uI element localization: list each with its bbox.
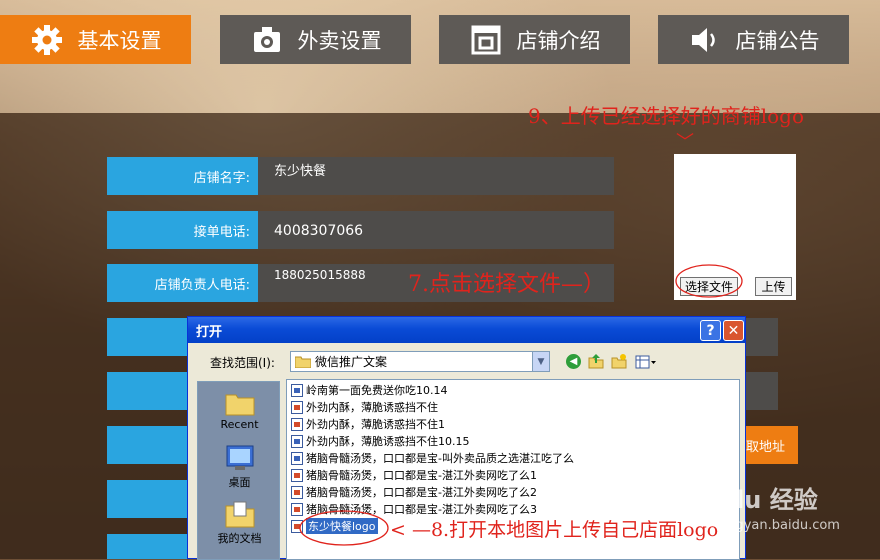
word-doc-icon xyxy=(291,434,303,448)
up-folder-icon[interactable] xyxy=(588,353,604,369)
place-label: 我的文档 xyxy=(217,532,262,545)
view-menu-icon[interactable] xyxy=(635,354,657,369)
manager-phone-label: 店铺负责人电话: xyxy=(107,264,258,302)
annotation-step9-arrow: ﹀ xyxy=(676,132,694,153)
file-name: 岭南第一面免费送你吃10.14 xyxy=(306,384,448,397)
tab-basic-settings[interactable]: 基本设置 xyxy=(0,15,191,64)
look-in-value: 微信推广文案 xyxy=(315,355,388,369)
camera-icon xyxy=(253,26,280,52)
place-my-documents[interactable]: 我的文档 xyxy=(198,500,281,546)
annotation-step7: 7.点击选择文件—） xyxy=(408,272,605,297)
file-name: 外劲内酥，薄脆诱惑挡不住 xyxy=(306,401,438,414)
frame-icon xyxy=(471,25,500,54)
image-file-icon xyxy=(291,485,303,499)
file-item[interactable]: 猪脑骨髓汤煲，口口都是宝-湛江外卖网吃了么1 xyxy=(291,467,537,483)
tab-label: 店铺介绍 xyxy=(516,28,601,53)
file-item[interactable]: 猪脑骨髓汤煲，口口都是宝-叫外卖品质之选湛江吃了么 xyxy=(291,450,574,466)
tab-shop-notice[interactable]: 店铺公告 xyxy=(658,15,849,64)
new-folder-icon[interactable] xyxy=(611,353,627,369)
annotation-step8: < —8.打开本地图片上传自己店面logo xyxy=(390,519,719,541)
tab-label: 店铺公告 xyxy=(735,28,820,53)
look-in-select[interactable]: 微信推广文案 ▼ xyxy=(290,351,550,372)
shop-name-label: 店铺名字: xyxy=(107,157,258,195)
desktop-icon xyxy=(226,445,253,470)
folder-icon xyxy=(295,356,311,368)
image-file-icon xyxy=(291,417,303,431)
close-button[interactable]: ✕ xyxy=(723,320,744,341)
tab-label: 基本设置 xyxy=(77,28,162,53)
my-documents-icon xyxy=(225,501,254,528)
upload-button[interactable]: 上传 xyxy=(755,277,792,296)
tab-label: 外卖设置 xyxy=(297,28,382,53)
file-item[interactable]: 岭南第一面免费送你吃10.14 xyxy=(291,382,448,398)
order-phone-label: 接单电话: xyxy=(107,211,258,249)
back-icon[interactable]: ◀ xyxy=(566,354,581,369)
chevron-down-icon[interactable]: ▼ xyxy=(532,352,549,371)
tab-shop-intro[interactable]: 店铺介绍 xyxy=(439,15,630,64)
highlight-circle-file xyxy=(299,510,389,546)
tab-takeout-settings[interactable]: 外卖设置 xyxy=(220,15,411,64)
file-name: 外劲内酥，薄脆诱惑挡不住1 xyxy=(306,418,445,431)
recent-folder-icon xyxy=(225,394,254,416)
order-phone-field[interactable]: 4008307066 xyxy=(258,211,614,249)
file-item[interactable]: 外劲内酥，薄脆诱惑挡不住 xyxy=(291,399,438,415)
shop-name-field[interactable]: 东少快餐 xyxy=(258,157,614,195)
gear-icon xyxy=(31,24,62,55)
top-nav-bar: 基本设置 外卖设置 店铺介绍 店铺公告 xyxy=(0,0,880,113)
place-label: 桌面 xyxy=(228,476,251,489)
file-name: 猪脑骨髓汤煲，口口都是宝-湛江外卖网吃了么2 xyxy=(306,486,537,499)
help-button[interactable]: ? xyxy=(700,320,721,341)
dialog-title: 打开 xyxy=(196,324,223,340)
place-recent[interactable]: Recent xyxy=(198,390,281,431)
file-name: 外劲内酥，薄脆诱惑挡不住10.15 xyxy=(306,435,470,448)
watermark-url: jingyan.baidu.com xyxy=(720,518,840,533)
word-doc-icon xyxy=(291,451,303,465)
speaker-icon xyxy=(691,27,715,52)
place-label: Recent xyxy=(220,418,259,431)
place-desktop[interactable]: 桌面 xyxy=(198,444,281,490)
watermark-brand: Bai du 经验 xyxy=(676,486,818,514)
highlight-circle xyxy=(675,264,743,298)
look-in-label: 查找范围(I): xyxy=(210,356,275,370)
image-file-icon xyxy=(291,400,303,414)
file-item[interactable]: 猪脑骨髓汤煲，口口都是宝-湛江外卖网吃了么2 xyxy=(291,484,537,500)
file-name: 猪脑骨髓汤煲，口口都是宝-湛江外卖网吃了么1 xyxy=(306,469,537,482)
dialog-titlebar: 打开 xyxy=(188,317,745,343)
word-doc-icon xyxy=(291,383,303,397)
annotation-step9: 9、上传已经选择好的商铺logo xyxy=(528,104,805,128)
file-name: 猪脑骨髓汤煲，口口都是宝-叫外卖品质之选湛江吃了么 xyxy=(306,452,574,465)
file-item[interactable]: 外劲内酥，薄脆诱惑挡不住1 xyxy=(291,416,445,432)
places-bar: Recent 桌面 我的文档 xyxy=(197,381,280,560)
file-item[interactable]: 外劲内酥，薄脆诱惑挡不住10.15 xyxy=(291,433,470,449)
image-file-icon xyxy=(291,468,303,482)
